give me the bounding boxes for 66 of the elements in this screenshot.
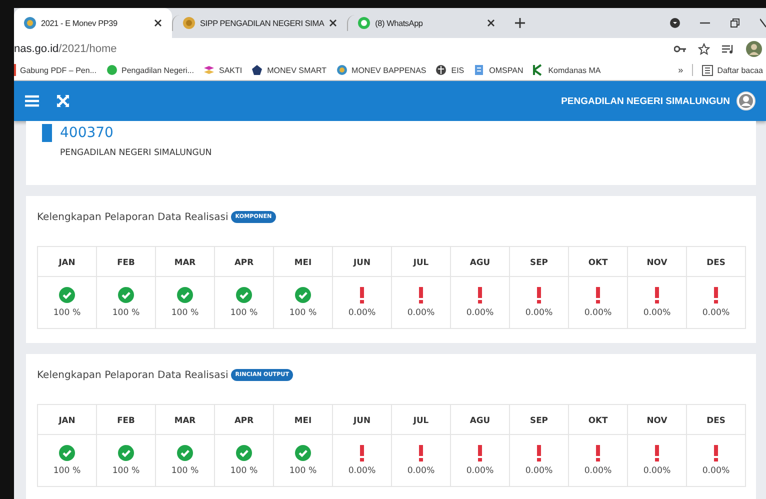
percent-value: 0.00% (643, 466, 671, 476)
percent-value: 100 % (230, 466, 258, 476)
percent-value: 100 % (171, 466, 199, 476)
percent-value: 0.00% (525, 466, 553, 476)
percent-value: 100 % (53, 466, 81, 476)
month-header: FEB (97, 247, 156, 277)
section-title: Kelengkapan Pelaporan Data Realisasi (37, 212, 228, 222)
bookmark-item[interactable]: Gabung PDF – Pen... (14, 64, 96, 76)
percent-value: 100 % (112, 466, 140, 476)
percent-value: 0.00% (466, 308, 494, 318)
reading-list-button[interactable]: Daftar bacaa (702, 64, 763, 76)
user-name[interactable]: PENGADILAN NEGERI SIMALUNGUN (561, 96, 730, 106)
percent-value: 0.00% (584, 466, 612, 476)
section-title: Kelengkapan Pelaporan Data Realisasi (37, 370, 228, 380)
month-header: SEP (510, 405, 569, 435)
bookmark-item[interactable]: SAKTI (203, 64, 242, 76)
month-header: FEB (97, 405, 156, 435)
percent-value: 100 % (289, 308, 317, 318)
month-header: NOV (628, 405, 687, 435)
browser-tab[interactable]: (8) WhatsApp (347, 15, 506, 31)
percent-value: 0.00% (584, 308, 612, 318)
month-header: JAN (38, 405, 97, 435)
month-header: OKT (569, 247, 628, 277)
bookmark-item[interactable]: MONEV SMART (251, 64, 327, 76)
month-header: APR (215, 405, 274, 435)
month-header: JUN (333, 405, 392, 435)
month-header: JUN (333, 247, 392, 277)
percent-value: 0.00% (348, 466, 376, 476)
month-header: AGU (451, 247, 510, 277)
percent-value: 100 % (289, 466, 317, 476)
percent-value: 0.00% (466, 466, 494, 476)
month-header: APR (215, 247, 274, 277)
percent-value: 0.00% (348, 308, 376, 318)
percent-value: 0.00% (525, 308, 553, 318)
percent-value: 100 % (171, 308, 199, 318)
percent-value: 100 % (112, 308, 140, 318)
percent-value: 0.00% (407, 308, 435, 318)
month-header: AGU (451, 405, 510, 435)
browser-tab[interactable]: 2021 - E Monev PP39 (14, 8, 172, 38)
percent-value: 100 % (230, 308, 258, 318)
bookmark-item[interactable]: EIS (435, 64, 464, 76)
more-bookmarks-button[interactable]: » (678, 65, 684, 75)
bookmark-item[interactable]: MONEV BAPPENAS (336, 64, 426, 76)
month-header: MAR (156, 405, 215, 435)
month-header: JUL (392, 405, 451, 435)
percent-value: 0.00% (643, 308, 671, 318)
month-header: MEI (274, 405, 333, 435)
bookmark-item[interactable]: Pengadilan Negeri... (106, 64, 194, 76)
percent-value: 0.00% (407, 466, 435, 476)
month-header: JAN (38, 247, 97, 277)
month-header: OKT (569, 405, 628, 435)
browser-tab[interactable]: SIPP PENGADILAN NEGERI SIMA (172, 15, 348, 31)
percent-value: 0.00% (702, 466, 730, 476)
month-header: MEI (274, 247, 333, 277)
month-header: DES (687, 405, 746, 435)
month-header: JUL (392, 247, 451, 277)
month-header: MAR (156, 247, 215, 277)
month-header: SEP (510, 247, 569, 277)
bookmark-item[interactable]: OMSPAN (473, 64, 524, 76)
month-header: DES (687, 247, 746, 277)
unit-name: PENGADILAN NEGERI SIMALUNGUN (60, 148, 213, 158)
month-header: NOV (628, 247, 687, 277)
unit-code: 400370 (60, 125, 114, 141)
percent-value: 100 % (53, 308, 81, 318)
bookmark-item[interactable]: Komdanas MA (532, 64, 601, 76)
percent-value: 0.00% (702, 308, 730, 318)
